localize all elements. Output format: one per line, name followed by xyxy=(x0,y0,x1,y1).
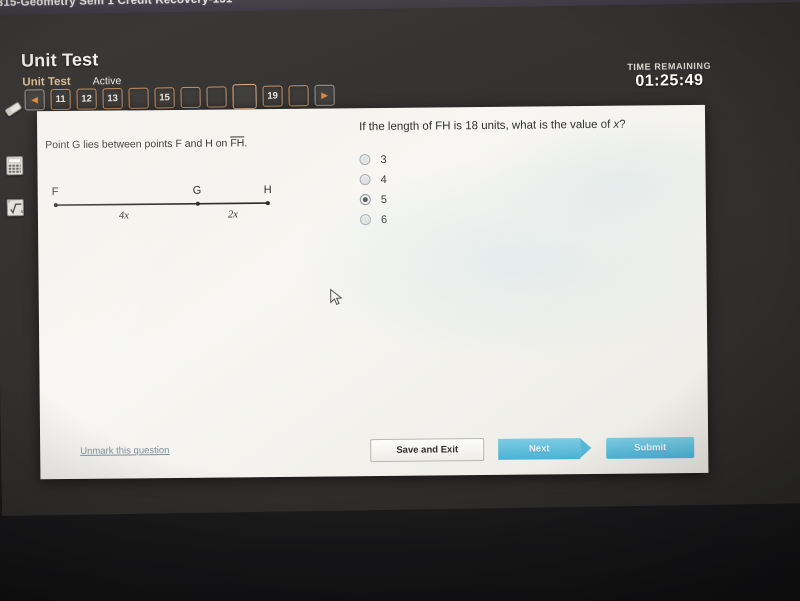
radio-icon-option-4[interactable] xyxy=(359,214,372,226)
figure-length-fg: 4x xyxy=(119,210,129,221)
question-body: If the length of FH is 18 units, what is… xyxy=(359,117,690,230)
eraser-icon[interactable] xyxy=(2,100,26,122)
question-card: Point G lies between points F and H on F… xyxy=(36,104,709,480)
radio-icon-option-3-selected[interactable] xyxy=(359,194,371,206)
timer-label: TIME REMAINING xyxy=(627,60,712,73)
timer-value: 01:25:49 xyxy=(635,71,704,90)
answer-options: 3 4 5 6 xyxy=(359,147,690,230)
prompt-pre: If the length of FH is 18 units, what is… xyxy=(359,118,614,134)
pagination-q12[interactable]: 12 xyxy=(76,88,97,110)
prompt-post: ? xyxy=(619,118,626,131)
radio-icon-option-1[interactable] xyxy=(359,154,371,166)
pagination-next-button[interactable]: ▶ xyxy=(314,84,335,106)
answer-option-3-label: 5 xyxy=(380,193,387,206)
figure-label-g: G xyxy=(193,185,202,197)
pagination-q13[interactable]: 13 xyxy=(102,87,123,110)
answer-option-2-label: 4 xyxy=(380,173,387,186)
answer-option-4-label: 6 xyxy=(380,213,388,226)
answer-option-4[interactable]: 6 xyxy=(359,207,690,230)
timer: TIME REMAINING 01:25:49 xyxy=(627,61,711,91)
stem-post: . xyxy=(244,137,248,150)
pagination-q11[interactable]: 11 xyxy=(50,88,71,111)
pagination-q20[interactable] xyxy=(288,85,309,107)
submit-button[interactable]: Submit xyxy=(606,437,695,459)
browser-tab-title[interactable]: 5315-Geometry Sem 1 Credit Recovery-151 xyxy=(0,0,233,9)
screen: 5315-Geometry Sem 1 Credit Recovery-151 xyxy=(0,0,800,516)
radio-icon-option-2[interactable] xyxy=(359,174,371,186)
action-buttons: Save and Exit Next Submit xyxy=(370,436,695,463)
figure-label-f: F xyxy=(52,186,59,198)
figure-label-h: H xyxy=(264,184,272,196)
page-title: Unit Test xyxy=(20,49,99,71)
pagination-q15[interactable]: 15 xyxy=(154,87,175,109)
mouse-cursor xyxy=(330,288,344,306)
question-stem: Point G lies between points F and H on F… xyxy=(45,136,345,153)
pagination-q19[interactable]: 19 xyxy=(262,85,283,107)
question-stem-text: Point G lies between points F and H on F… xyxy=(45,136,345,153)
question-prompt: If the length of FH is 18 units, what is… xyxy=(359,117,689,136)
formula-icon[interactable]: x xyxy=(3,197,27,219)
next-button[interactable]: Next xyxy=(498,438,581,460)
segment-diagram: F G H 4x 2x xyxy=(46,168,337,235)
save-and-exit-button[interactable]: Save and Exit xyxy=(370,438,485,463)
figure-length-gh: 2x xyxy=(228,209,238,220)
pagination-q14[interactable] xyxy=(128,87,149,109)
pagination-prev-button[interactable]: ◀ xyxy=(24,89,45,111)
answer-option-1-label: 3 xyxy=(380,153,387,166)
pagination-q17[interactable] xyxy=(206,86,227,108)
pagination-q18-current[interactable] xyxy=(232,83,257,110)
pagination-q16[interactable] xyxy=(180,86,201,109)
calculator-icon[interactable] xyxy=(2,155,26,177)
stem-pre: Point G lies between points F and H on xyxy=(45,137,231,152)
unmark-question-link[interactable]: Unmark this question xyxy=(80,445,169,457)
stem-segment-fh: FH xyxy=(230,137,245,150)
svg-text:x: x xyxy=(20,208,24,215)
